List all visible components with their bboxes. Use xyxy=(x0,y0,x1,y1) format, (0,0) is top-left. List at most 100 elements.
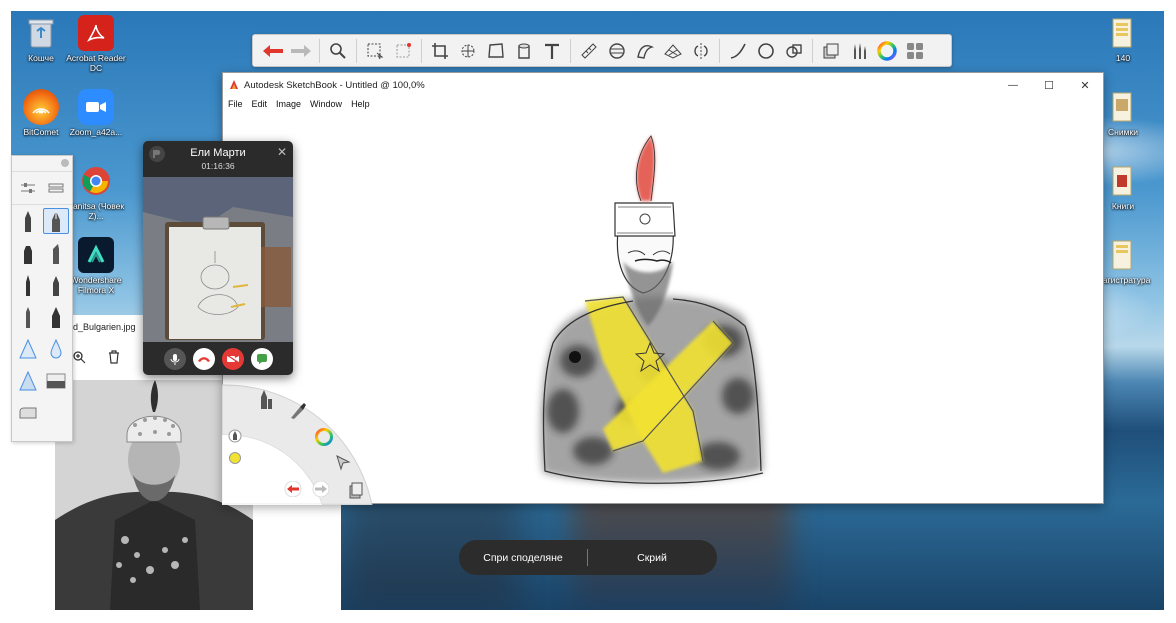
menu-help[interactable]: Help xyxy=(351,99,370,109)
undo-icon[interactable] xyxy=(261,39,285,63)
minimize-icon: — xyxy=(1008,79,1018,91)
folder-icon xyxy=(1105,163,1141,199)
select-icon[interactable] xyxy=(363,39,387,63)
water-drop-brush-icon[interactable] xyxy=(43,336,69,362)
menu-bar: File Edit Image Window Help xyxy=(223,97,1103,111)
filmora-icon xyxy=(78,237,114,273)
call-header[interactable]: Ели Марти 01:16:36 ✕ xyxy=(143,141,293,177)
desktop-icon-chrome-profile[interactable]: Yanitsa (Човек Z)... xyxy=(66,163,126,221)
viewer-filename: d_Bulgarien.jpg xyxy=(73,322,136,332)
french-curve-icon[interactable] xyxy=(633,39,657,63)
viewer-actions xyxy=(72,350,120,369)
lagoon-tool-icon[interactable] xyxy=(258,388,274,415)
layers-icon[interactable] xyxy=(819,39,843,63)
end-call-button[interactable] xyxy=(192,347,215,370)
lagoon-color-wheel-icon[interactable] xyxy=(314,427,334,452)
window-titlebar[interactable]: Autodesk SketchBook - Untitled @ 100,0% … xyxy=(223,73,1103,97)
trash-icon[interactable] xyxy=(108,350,120,369)
airbrush-icon[interactable] xyxy=(15,336,41,362)
text-icon[interactable] xyxy=(540,39,564,63)
crop-icon[interactable] xyxy=(428,39,452,63)
fountain-pen-brush-icon[interactable] xyxy=(43,304,69,330)
menu-window[interactable]: Window xyxy=(310,99,342,109)
bitcomet-icon xyxy=(23,89,59,125)
call-controls xyxy=(143,342,293,375)
technical-pen-brush-icon[interactable] xyxy=(15,304,41,330)
pencil-brush-icon[interactable] xyxy=(15,208,41,234)
desktop-icon-acrobat[interactable]: Acrobat Reader DC xyxy=(66,15,126,73)
sketchbook-toolbar xyxy=(252,34,952,67)
microphone-icon xyxy=(170,353,179,365)
desktop-icon-filmora[interactable]: Wondershare Filmora X xyxy=(66,237,126,295)
eraser-brush-icon[interactable] xyxy=(43,368,69,394)
hide-button[interactable]: Скрий xyxy=(588,552,716,564)
zoom-in-icon[interactable] xyxy=(72,350,86,369)
lasso-select-icon[interactable] xyxy=(391,39,415,63)
palette-close-icon[interactable] xyxy=(61,159,69,167)
bucket-icon[interactable] xyxy=(512,39,536,63)
lagoon-redo-icon[interactable] xyxy=(310,480,332,502)
palette-icon[interactable] xyxy=(903,39,927,63)
recycle-bin-icon xyxy=(23,15,59,51)
lagoon-undo-icon[interactable] xyxy=(282,480,304,502)
desktop-icon-folder-140[interactable]: 140 xyxy=(1093,15,1153,63)
circle-icon[interactable] xyxy=(754,39,778,63)
redo-icon[interactable] xyxy=(289,39,313,63)
brush-settings-icon[interactable] xyxy=(15,175,41,201)
desktop-icon-bitcomet[interactable]: BitComet xyxy=(11,89,71,137)
hang-up-icon xyxy=(197,356,210,362)
close-button[interactable]: ✕ xyxy=(1067,73,1103,97)
inking-pen-brush-icon[interactable] xyxy=(43,208,69,234)
lagoon-layers-icon[interactable] xyxy=(348,481,364,504)
symmetry-icon[interactable] xyxy=(689,39,713,63)
lagoon-pencil-icon[interactable] xyxy=(228,429,242,448)
marker-brush-icon[interactable] xyxy=(15,240,41,266)
toolbar-separator xyxy=(812,38,813,63)
lagoon-select-icon[interactable] xyxy=(334,453,352,476)
ellipse-guide-icon[interactable] xyxy=(605,39,629,63)
chat-button[interactable] xyxy=(250,347,273,370)
stop-sharing-button[interactable]: Спри споделяне xyxy=(459,552,587,564)
call-video-feed xyxy=(143,177,293,342)
maximize-button[interactable]: ☐ xyxy=(1031,73,1067,97)
camera-off-icon xyxy=(226,353,239,364)
camera-off-button[interactable] xyxy=(221,347,244,370)
perspective-icon[interactable] xyxy=(661,39,685,63)
shapes-icon[interactable] xyxy=(782,39,806,63)
toolbar-separator xyxy=(421,38,422,63)
brush-library-icon[interactable] xyxy=(847,39,871,63)
chisel-marker-brush-icon[interactable] xyxy=(43,240,69,266)
brush-list-view-icon[interactable] xyxy=(43,175,69,201)
folder-icon xyxy=(1105,89,1141,125)
call-app-logo xyxy=(149,146,165,162)
ruler-icon[interactable] xyxy=(577,39,601,63)
minimize-button[interactable]: — xyxy=(995,73,1031,97)
desktop-icon-zoom[interactable]: Zoom_a42a... xyxy=(66,89,126,137)
transform-icon[interactable] xyxy=(456,39,480,63)
acrobat-icon xyxy=(78,15,114,51)
distort-icon[interactable] xyxy=(484,39,508,63)
brush-palette-header[interactable] xyxy=(12,156,72,172)
menu-edit[interactable]: Edit xyxy=(252,99,268,109)
menu-file[interactable]: File xyxy=(228,99,243,109)
lagoon-radial-menu[interactable] xyxy=(222,365,392,505)
toolbar-separator xyxy=(319,38,320,63)
current-color-swatch[interactable] xyxy=(229,452,241,464)
color-wheel-icon[interactable] xyxy=(875,39,899,63)
menu-image[interactable]: Image xyxy=(276,99,301,109)
maximize-icon: ☐ xyxy=(1044,79,1054,92)
ballpoint-brush-icon[interactable] xyxy=(15,272,41,298)
window-title: Autodesk SketchBook - Untitled @ 100,0% xyxy=(244,79,425,91)
zoom-icon[interactable] xyxy=(326,39,350,63)
microphone-button[interactable] xyxy=(163,347,186,370)
soft-airbrush-icon[interactable] xyxy=(15,368,41,394)
folder-icon xyxy=(1105,15,1141,51)
folder-icon xyxy=(1105,237,1141,273)
hard-eraser-icon[interactable] xyxy=(15,400,41,426)
desktop-icon-recycle-bin[interactable]: Кошче xyxy=(11,15,71,63)
lagoon-brush-icon[interactable] xyxy=(288,401,308,426)
line-icon[interactable] xyxy=(726,39,750,63)
call-close-icon[interactable]: ✕ xyxy=(277,145,287,159)
fineliner-brush-icon[interactable] xyxy=(43,272,69,298)
toolbar-separator xyxy=(570,38,571,63)
